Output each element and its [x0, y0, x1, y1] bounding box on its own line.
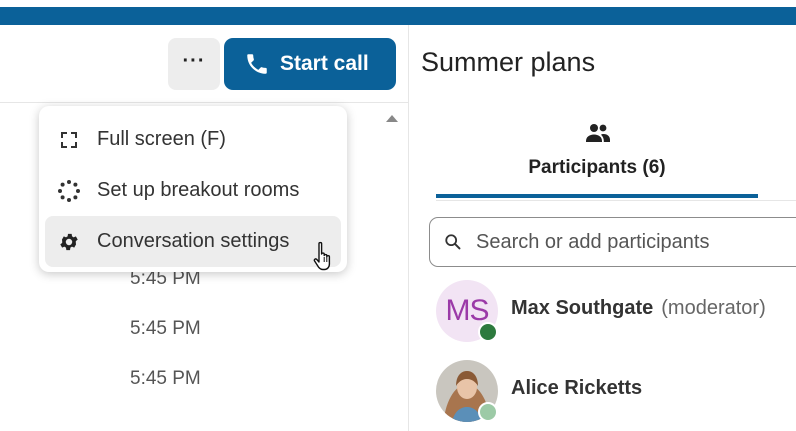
tab-separator	[436, 200, 796, 201]
top-bar	[0, 0, 796, 25]
gear-icon	[57, 230, 81, 254]
message-time: 5:45 PM	[130, 318, 201, 339]
status-online-indicator	[478, 322, 498, 342]
call-header: ··· Start call	[0, 25, 408, 103]
message-time: 5:45 PM	[130, 368, 201, 389]
avatar	[436, 360, 498, 422]
start-call-button[interactable]: Start call	[224, 38, 396, 90]
menu-item-conversation-settings[interactable]: Conversation settings	[45, 216, 341, 267]
breakout-rooms-icon	[57, 179, 81, 203]
participant-row[interactable]: Alice Ricketts	[436, 360, 796, 422]
search-input[interactable]	[474, 229, 796, 255]
active-tab-indicator	[436, 194, 758, 198]
tab-participants[interactable]: Participants (6)	[436, 119, 758, 201]
hand-cursor-icon	[313, 241, 331, 271]
participant-search	[429, 217, 796, 267]
more-icon: ···	[182, 50, 206, 72]
menu-item-label: Conversation settings	[97, 230, 290, 252]
participant-role: (moderator)	[661, 297, 766, 319]
menu-item-label: Set up breakout rooms	[97, 179, 300, 201]
participant-row[interactable]: MS Max Southgate (moderator)	[436, 280, 796, 342]
conversation-sidebar: Summer plans Participants (6) MS Max Sou…	[409, 25, 796, 431]
fullscreen-icon	[57, 128, 81, 152]
avatar: MS	[436, 280, 498, 342]
more-actions-menu: Full screen (F) Set up breakout rooms Co…	[39, 106, 347, 272]
search-icon	[445, 234, 461, 250]
menu-item-breakout-rooms[interactable]: Set up breakout rooms	[45, 165, 341, 216]
participants-icon	[586, 124, 610, 142]
scroll-up-arrow[interactable]	[386, 115, 398, 122]
header-band	[0, 7, 796, 25]
conversation-title: Summer plans	[421, 47, 596, 77]
menu-item-full-screen[interactable]: Full screen (F)	[45, 114, 341, 165]
participant-name: Max Southgate	[511, 297, 654, 319]
start-call-label: Start call	[280, 52, 369, 75]
status-offline-indicator	[478, 402, 498, 422]
participant-name-line: Max Southgate (moderator)	[511, 297, 766, 320]
menu-item-label: Full screen (F)	[97, 128, 226, 150]
participant-name: Alice Ricketts	[511, 377, 643, 399]
phone-icon	[247, 54, 267, 74]
tab-label: Participants (6)	[528, 157, 666, 178]
participant-name-line: Alice Ricketts	[511, 377, 642, 400]
more-actions-button[interactable]: ···	[168, 38, 220, 90]
